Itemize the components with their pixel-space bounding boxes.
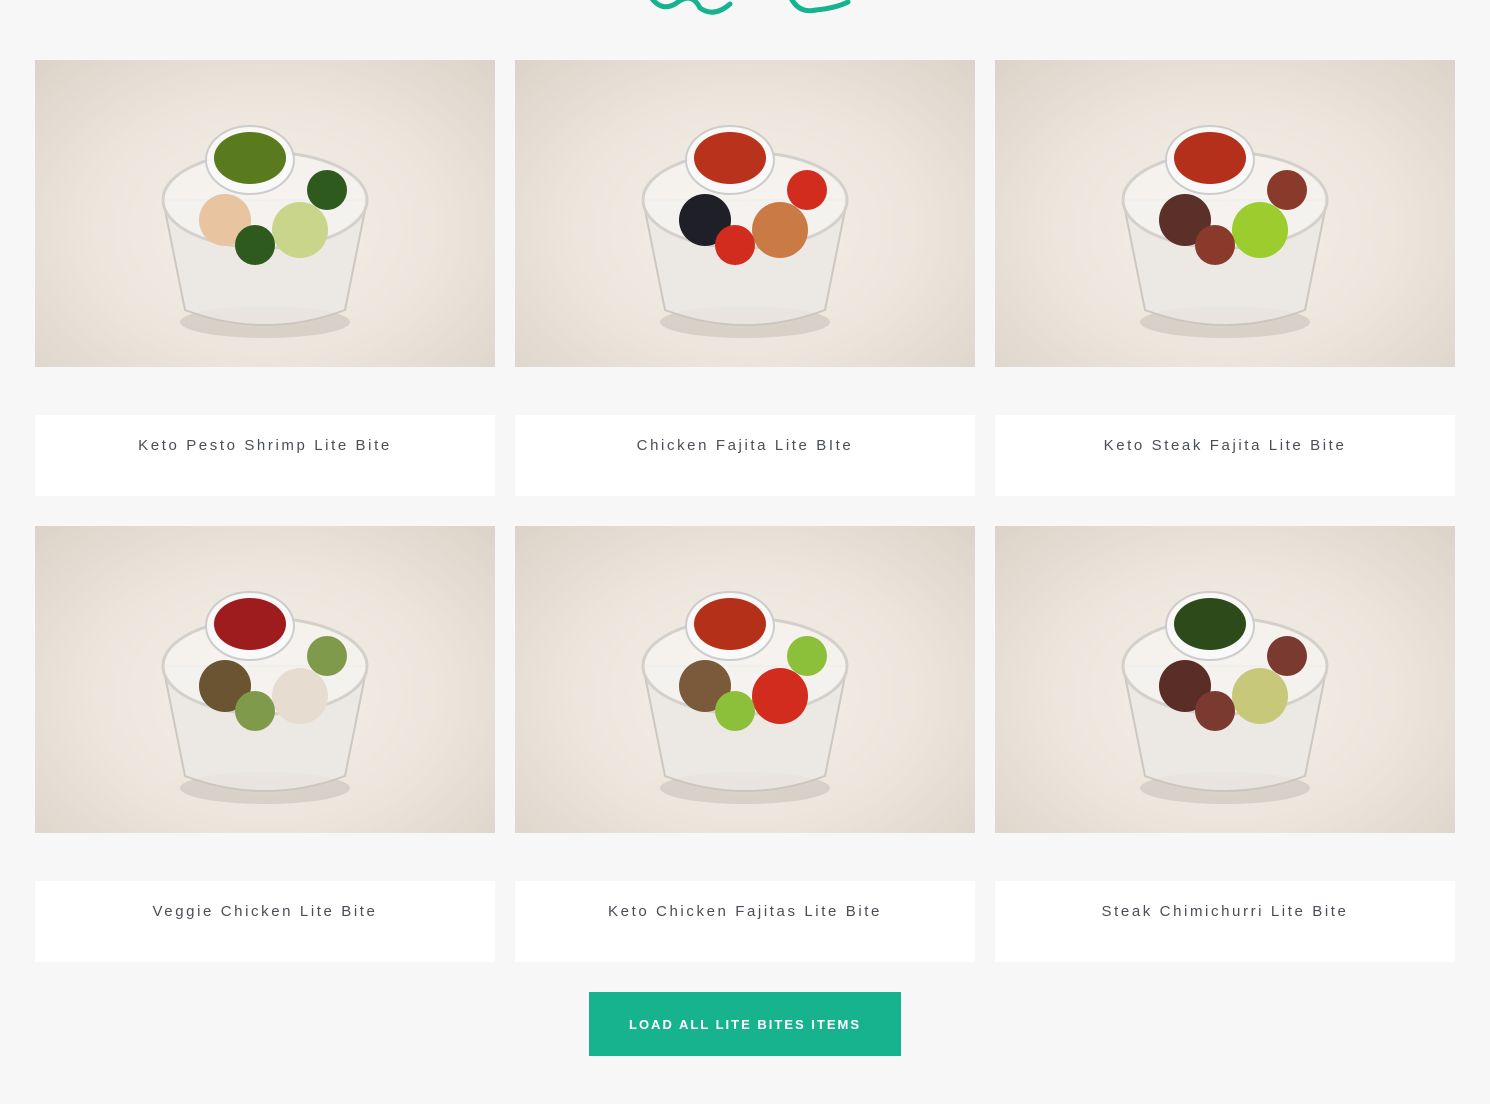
teal-wave-ornament-icon bbox=[649, 0, 851, 15]
product-label-box[interactable]: Chicken Fajita Lite BIte bbox=[515, 415, 975, 496]
product-card[interactable]: Keto Chicken Fajitas Lite Bite bbox=[515, 526, 975, 962]
product-label-box[interactable]: Keto Pesto Shrimp Lite Bite bbox=[35, 415, 495, 496]
product-title[interactable]: Keto Pesto Shrimp Lite Bite bbox=[138, 437, 392, 496]
food-bowl-illustration bbox=[641, 125, 849, 338]
product-image[interactable] bbox=[995, 60, 1455, 367]
product-image[interactable] bbox=[35, 60, 495, 367]
product-card[interactable]: Veggie Chicken Lite Bite bbox=[35, 526, 495, 962]
product-card[interactable]: Chicken Fajita Lite BIte bbox=[515, 60, 975, 496]
product-label-box[interactable]: Keto Chicken Fajitas Lite Bite bbox=[515, 881, 975, 962]
product-image[interactable] bbox=[995, 526, 1455, 833]
product-image[interactable] bbox=[515, 60, 975, 367]
product-grid: Keto Pesto Shrimp Lite Bite Chicken Fajit… bbox=[35, 60, 1455, 962]
food-bowl-illustration bbox=[161, 591, 369, 804]
product-title[interactable]: Chicken Fajita Lite BIte bbox=[637, 437, 854, 496]
food-bowl-illustration bbox=[1121, 125, 1329, 338]
load-all-lite-bites-button[interactable]: LOAD ALL LITE BITES ITEMS bbox=[589, 992, 901, 1056]
product-card[interactable]: Steak Chimichurri Lite Bite bbox=[995, 526, 1455, 962]
product-image[interactable] bbox=[515, 526, 975, 833]
product-title[interactable]: Veggie Chicken Lite Bite bbox=[152, 903, 377, 962]
food-bowl-illustration bbox=[641, 591, 849, 804]
product-card[interactable]: Keto Steak Fajita Lite Bite bbox=[995, 60, 1455, 496]
product-label-box[interactable]: Veggie Chicken Lite Bite bbox=[35, 881, 495, 962]
product-title[interactable]: Steak Chimichurri Lite Bite bbox=[1102, 903, 1349, 962]
product-label-box[interactable]: Steak Chimichurri Lite Bite bbox=[995, 881, 1455, 962]
product-label-box[interactable]: Keto Steak Fajita Lite Bite bbox=[995, 415, 1455, 496]
product-title[interactable]: Keto Steak Fajita Lite Bite bbox=[1104, 437, 1347, 496]
product-title[interactable]: Keto Chicken Fajitas Lite Bite bbox=[608, 903, 882, 962]
product-image[interactable] bbox=[35, 526, 495, 833]
product-card[interactable]: Keto Pesto Shrimp Lite Bite bbox=[35, 60, 495, 496]
food-bowl-illustration bbox=[161, 125, 369, 338]
food-bowl-illustration bbox=[1121, 591, 1329, 804]
